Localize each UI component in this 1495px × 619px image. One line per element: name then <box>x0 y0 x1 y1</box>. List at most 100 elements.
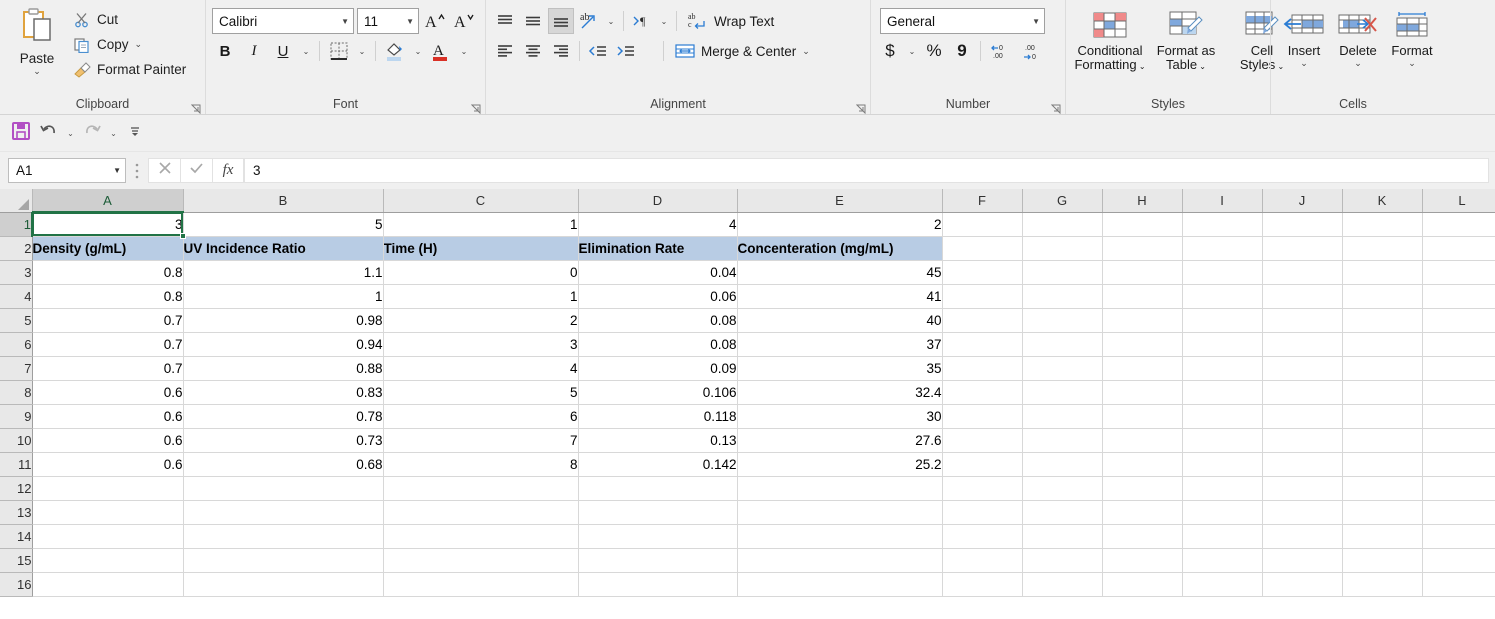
cell-A5[interactable]: 0.7 <box>32 308 184 333</box>
cell-E7[interactable]: 35 <box>737 356 943 381</box>
row-header-8[interactable]: 8 <box>0 380 33 405</box>
name-box[interactable]: A1 ▼ <box>8 158 126 183</box>
column-header-d[interactable]: D <box>578 189 738 213</box>
fill-color-button[interactable] <box>382 38 408 64</box>
cell-F16[interactable] <box>942 572 1023 597</box>
column-header-b[interactable]: B <box>183 189 384 213</box>
customize-quick-access-toolbar-button[interactable] <box>122 120 148 146</box>
cell-J5[interactable] <box>1262 308 1343 333</box>
cell-J10[interactable] <box>1262 428 1343 453</box>
cell-J9[interactable] <box>1262 404 1343 429</box>
decrease-decimal-button[interactable]: .00 0 <box>1018 38 1048 64</box>
formula-bar-grip[interactable] <box>126 158 148 183</box>
underline-button[interactable]: U <box>270 38 296 64</box>
cell-K11[interactable] <box>1342 452 1423 477</box>
cell-I14[interactable] <box>1182 524 1263 549</box>
increase-decimal-button[interactable]: 0 .00 <box>986 38 1016 64</box>
cell-K14[interactable] <box>1342 524 1423 549</box>
cell-B12[interactable] <box>183 476 384 501</box>
merge-and-center-button[interactable]: Merge & Center ⌄ <box>669 38 816 64</box>
cell-K5[interactable] <box>1342 308 1423 333</box>
cell-C14[interactable] <box>383 524 579 549</box>
cell-C10[interactable]: 7 <box>383 428 579 453</box>
cell-I4[interactable] <box>1182 284 1263 309</box>
row-header-7[interactable]: 7 <box>0 356 33 381</box>
row-header-3[interactable]: 3 <box>0 260 33 285</box>
cell-F8[interactable] <box>942 380 1023 405</box>
cell-J1[interactable] <box>1262 212 1343 237</box>
column-header-i[interactable]: I <box>1182 189 1263 213</box>
cell-B3[interactable]: 1.1 <box>183 260 384 285</box>
increase-font-size-button[interactable]: A <box>422 8 448 34</box>
text-direction-button[interactable]: ¶ <box>629 8 655 34</box>
cell-D13[interactable] <box>578 500 738 525</box>
cell-I10[interactable] <box>1182 428 1263 453</box>
row-header-4[interactable]: 4 <box>0 284 33 309</box>
row-header-9[interactable]: 9 <box>0 404 33 429</box>
cell-B4[interactable]: 1 <box>183 284 384 309</box>
cell-F1[interactable] <box>942 212 1023 237</box>
cell-A11[interactable]: 0.6 <box>32 452 184 477</box>
cell-G10[interactable] <box>1022 428 1103 453</box>
row-header-16[interactable]: 16 <box>0 572 33 597</box>
cell-C9[interactable]: 6 <box>383 404 579 429</box>
cell-H3[interactable] <box>1102 260 1183 285</box>
cell-L1[interactable] <box>1422 212 1495 237</box>
cell-E1[interactable]: 2 <box>737 212 943 237</box>
cell-K16[interactable] <box>1342 572 1423 597</box>
cell-H4[interactable] <box>1102 284 1183 309</box>
format-cells-button[interactable]: Format ⌄ <box>1385 6 1439 68</box>
cell-D3[interactable]: 0.04 <box>578 260 738 285</box>
cell-L8[interactable] <box>1422 380 1495 405</box>
format-as-table-button[interactable]: Format as Table ⌄ <box>1148 6 1224 74</box>
cell-F10[interactable] <box>942 428 1023 453</box>
align-middle-button[interactable] <box>520 8 546 34</box>
cell-I3[interactable] <box>1182 260 1263 285</box>
decrease-indent-button[interactable] <box>585 38 611 64</box>
cell-E2[interactable]: Concenteration (mg/mL) <box>737 236 943 261</box>
cell-H6[interactable] <box>1102 332 1183 357</box>
cell-A14[interactable] <box>32 524 184 549</box>
cell-E14[interactable] <box>737 524 943 549</box>
delete-cells-button[interactable]: Delete ⌄ <box>1331 6 1385 68</box>
row-header-6[interactable]: 6 <box>0 332 33 357</box>
select-all-corner[interactable] <box>0 189 33 213</box>
cell-D1[interactable]: 4 <box>578 212 738 237</box>
cell-D2[interactable]: Elimination Rate <box>578 236 738 261</box>
cell-L9[interactable] <box>1422 404 1495 429</box>
insert-cells-button[interactable]: Insert ⌄ <box>1277 6 1331 68</box>
cell-J8[interactable] <box>1262 380 1343 405</box>
cell-D11[interactable]: 0.142 <box>578 452 738 477</box>
clipboard-dialog-launcher[interactable] <box>190 101 201 115</box>
cell-B11[interactable]: 0.68 <box>183 452 384 477</box>
cell-C8[interactable]: 5 <box>383 380 579 405</box>
cell-A4[interactable]: 0.8 <box>32 284 184 309</box>
cell-I7[interactable] <box>1182 356 1263 381</box>
cell-J13[interactable] <box>1262 500 1343 525</box>
cell-G9[interactable] <box>1022 404 1103 429</box>
row-header-2[interactable]: 2 <box>0 236 33 261</box>
decrease-font-size-button[interactable]: A <box>451 8 477 34</box>
cell-B14[interactable] <box>183 524 384 549</box>
cell-I16[interactable] <box>1182 572 1263 597</box>
merge-center-caret-icon[interactable]: ⌄ <box>802 46 810 57</box>
cell-F11[interactable] <box>942 452 1023 477</box>
confirm-entry-button[interactable] <box>180 158 212 183</box>
row-header-10[interactable]: 10 <box>0 428 33 453</box>
insert-function-button[interactable]: fx <box>212 158 244 183</box>
cell-D9[interactable]: 0.118 <box>578 404 738 429</box>
cell-K2[interactable] <box>1342 236 1423 261</box>
cell-F12[interactable] <box>942 476 1023 501</box>
cell-L7[interactable] <box>1422 356 1495 381</box>
cell-J2[interactable] <box>1262 236 1343 261</box>
cell-L14[interactable] <box>1422 524 1495 549</box>
cell-F15[interactable] <box>942 548 1023 573</box>
column-header-l[interactable]: L <box>1422 189 1495 213</box>
cell-F3[interactable] <box>942 260 1023 285</box>
cut-button[interactable]: Cut <box>68 7 190 32</box>
cell-A1[interactable]: 3 <box>32 212 184 237</box>
cell-C13[interactable] <box>383 500 579 525</box>
cell-L5[interactable] <box>1422 308 1495 333</box>
format-caret-icon[interactable]: ⌄ <box>1408 58 1416 68</box>
cell-L2[interactable] <box>1422 236 1495 261</box>
